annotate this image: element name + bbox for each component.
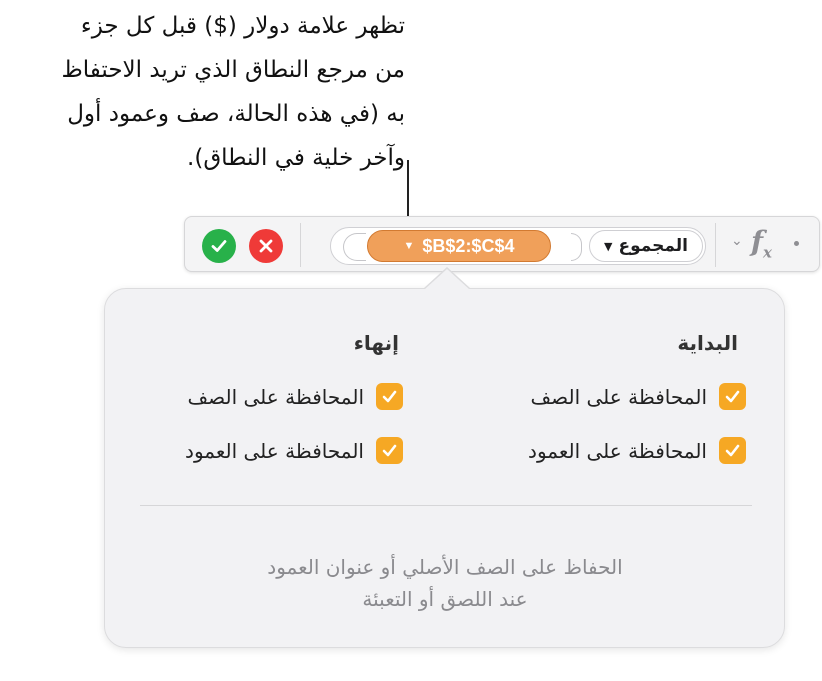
dot-icon	[794, 241, 799, 246]
end-preserve-column-option[interactable]: المحافظة على العمود	[185, 437, 403, 464]
checkmark-icon	[725, 390, 740, 403]
divider	[300, 223, 301, 267]
end-preserve-row-label: المحافظة على الصف	[187, 384, 364, 409]
close-icon	[259, 239, 273, 253]
fx-f: f	[751, 225, 764, 258]
popover-arrow	[425, 269, 469, 289]
preserve-reference-popover: البداية إنهاء المحافظة على الصف المحافظة…	[104, 288, 785, 648]
chevron-down-icon[interactable]: ⌄	[731, 233, 743, 249]
checkmark-icon	[725, 444, 740, 457]
start-preserve-row-checkbox[interactable]	[719, 383, 746, 410]
function-token-label: المجموع	[618, 236, 688, 256]
callout-line-3: به (في هذه الحالة، صف وعمود أول	[67, 101, 405, 127]
start-preserve-column-option[interactable]: المحافظة على العمود	[528, 437, 746, 464]
start-preserve-column-checkbox[interactable]	[719, 437, 746, 464]
checkmark-icon	[382, 444, 397, 457]
range-token-dropdown-icon[interactable]: ▼	[404, 240, 415, 252]
callout-line-2: من مرجع النطاق الذي تريد الاحتفاظ	[61, 57, 405, 83]
close-paren	[571, 233, 582, 261]
preserve-note-line-2: عند اللصق أو التعبئة	[362, 587, 528, 611]
start-preserve-row-option[interactable]: المحافظة على الصف	[530, 383, 746, 410]
start-preserve-column-label: المحافظة على العمود	[528, 438, 707, 463]
start-heading: البداية	[677, 331, 738, 355]
end-preserve-row-checkbox[interactable]	[376, 383, 403, 410]
function-token[interactable]: المجموع ▼	[589, 230, 703, 262]
divider	[715, 223, 716, 267]
cancel-button[interactable]	[249, 229, 283, 263]
range-token-label: $B$2:$C$4	[422, 235, 515, 256]
callout-line-4: وآخر خلية في النطاق).	[187, 145, 405, 171]
end-preserve-column-checkbox[interactable]	[376, 437, 403, 464]
end-preserve-column-label: المحافظة على العمود	[185, 438, 364, 463]
callout-line-1: تظهر علامة دولار ($) قبل كل جزء	[80, 13, 405, 39]
callout-annotation: تظهر علامة دولار ($) قبل كل جزء من مرجع …	[60, 4, 405, 180]
formula-bar: ▼ $B$2:$C$4 المجموع ▼ ⌄ fx	[184, 216, 820, 272]
start-preserve-row-label: المحافظة على الصف	[530, 384, 707, 409]
fx-x: x	[763, 243, 772, 262]
function-dropdown-icon[interactable]: ▼	[604, 240, 612, 253]
checkmark-icon	[211, 240, 227, 252]
end-preserve-row-option[interactable]: المحافظة على الصف	[187, 383, 403, 410]
checkmark-icon	[382, 390, 397, 403]
end-heading: إنهاء	[353, 331, 399, 355]
formula-editor[interactable]: ▼ $B$2:$C$4 المجموع ▼	[330, 227, 706, 265]
range-reference-token[interactable]: ▼ $B$2:$C$4	[367, 230, 551, 262]
divider	[140, 505, 752, 506]
open-paren	[343, 233, 366, 261]
confirm-button[interactable]	[202, 229, 236, 263]
preserve-note-line-1: الحفاظ على الصف الأصلي أو عنوان العمود	[267, 555, 623, 579]
function-fx-icon[interactable]: fx	[751, 225, 772, 262]
preserve-on-paste-option[interactable]: الحفاظ على الصف الأصلي أو عنوان العمود ع…	[145, 551, 745, 615]
